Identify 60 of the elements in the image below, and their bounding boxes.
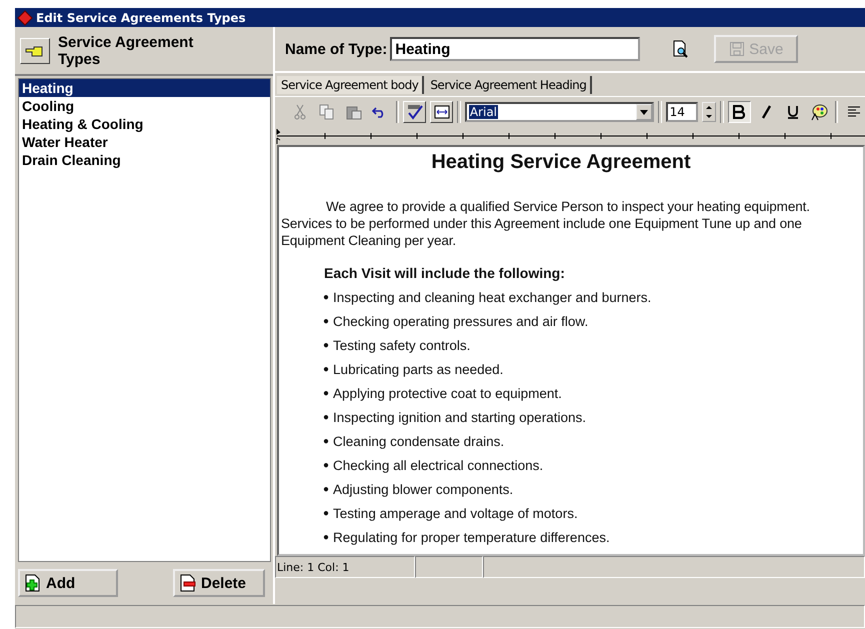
list-item[interactable]: Heating & Cooling	[19, 115, 270, 133]
align-left-icon[interactable]	[848, 106, 860, 118]
name-input[interactable]: Heating	[390, 37, 640, 61]
list-entry: Applying protective coat to equipment.	[333, 386, 562, 400]
list-entry: Regulating for proper temperature differences.	[333, 530, 610, 544]
spell-check-button[interactable]	[403, 101, 426, 123]
list-entry: Lubricating parts as needed.	[333, 362, 504, 376]
delete-button[interactable]: Delete	[173, 569, 265, 597]
bullet: ●	[323, 292, 330, 302]
list-entry: Inspecting and cleaning heat exchanger and burners.	[333, 290, 652, 304]
add-button[interactable]: Add	[18, 569, 118, 597]
list-entry: Cleaning condensate drains.	[333, 434, 504, 448]
list-item[interactable]: Cooling	[19, 97, 270, 115]
font-size-field[interactable]: 14	[666, 102, 698, 122]
dropdown-arrow-icon	[640, 110, 648, 114]
list-entry: Testing safety controls.	[333, 338, 470, 352]
remove-document-icon	[179, 574, 197, 592]
copy-icon[interactable]	[318, 104, 335, 120]
add-document-icon	[24, 574, 42, 592]
list-entry: Checking operating pressures and air flow.	[333, 314, 588, 328]
app-icon	[17, 10, 33, 26]
bullet: ●	[323, 532, 330, 542]
bullet: ●	[323, 316, 330, 326]
tab[interactable]: Service Agreement body	[277, 76, 424, 94]
cursor-position: Line: 1 Col: 1	[275, 556, 415, 578]
list-entry: Inspecting ignition and starting operations.	[333, 410, 586, 424]
bullet: ●	[323, 460, 330, 470]
font-dropdown[interactable]: Arial	[464, 102, 654, 122]
list-entry: Checking all electrical connections.	[333, 458, 544, 472]
document-heading: Heating Service Agreement	[430, 151, 692, 174]
preview-icon[interactable]	[671, 40, 690, 58]
bullet: ●	[323, 340, 330, 350]
list-entry: Adjusting blower components.	[333, 482, 514, 496]
page-arrows-icon	[432, 105, 451, 119]
field-label: Name of Type:	[285, 40, 388, 58]
list-entry: Testing amperage and voltage of motors.	[333, 506, 578, 520]
pointing-hand-icon	[25, 44, 45, 58]
bullet: ●	[323, 484, 330, 494]
bold-button[interactable]	[728, 101, 751, 123]
bullet: ●	[323, 508, 330, 518]
page-width-button[interactable]	[430, 101, 453, 123]
list-item[interactable]: Drain Cleaning	[19, 151, 270, 169]
spell-check-icon	[406, 104, 424, 120]
palette-icon[interactable]	[810, 103, 828, 121]
panel-title: Service Agreement Types	[58, 34, 194, 68]
document-paragraph: We agree to provide a qualified Service Person to inspect your heating equipment. Services to be performed under this Agreement include one Equipment Tune up and one Equipment Cleaning per year.	[280, 198, 811, 249]
list-item[interactable]: Heating	[19, 79, 270, 97]
bullet: ●	[323, 436, 330, 446]
size-spinner[interactable]	[702, 102, 716, 122]
list-title: Each Visit will include the following:	[324, 265, 566, 281]
underline-icon[interactable]	[786, 105, 799, 119]
list-item[interactable]: Water Heater	[19, 133, 270, 151]
bullet: ●	[323, 412, 330, 422]
pointing-hand-button[interactable]	[20, 38, 50, 64]
bullet: ●	[323, 388, 330, 398]
paste-icon[interactable]	[346, 104, 362, 120]
bold-icon	[733, 105, 746, 119]
bullet: ●	[323, 364, 330, 374]
window-title-text: Edit Service Agreements Types	[36, 10, 246, 24]
italic-icon[interactable]	[760, 105, 772, 119]
